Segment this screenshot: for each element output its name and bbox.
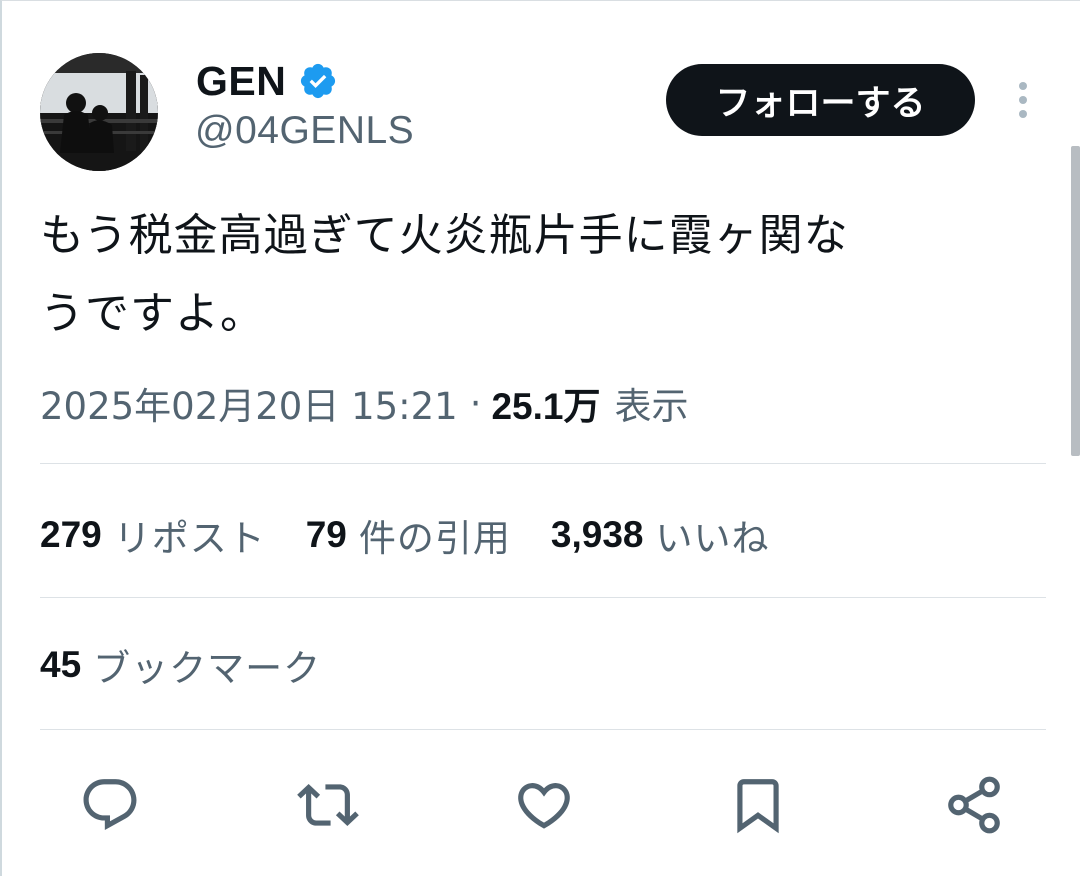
meta-separator: · [469,381,482,425]
quotes-label: 件の引用 [358,517,511,560]
repost-button[interactable] [290,767,366,843]
reply-icon [83,779,137,831]
follow-button[interactable]: フォローする [666,64,975,136]
divider [40,729,1046,730]
quotes-stat[interactable]: 79 件の引用 [306,508,511,562]
share-icon [948,776,1000,834]
reposts-label: リポスト [113,517,266,560]
quotes-count: 79 [305,514,347,555]
bookmarks-stat[interactable]: 45 ブックマーク [40,637,361,693]
reply-button[interactable] [72,767,148,843]
bookmark-button[interactable] [720,767,796,843]
verified-badge-icon [301,63,336,99]
views-count: 25.1万 [491,386,601,427]
like-button[interactable] [506,767,582,843]
bookmarks-label: ブックマーク [93,647,322,690]
bookmarks-stat-inner: 45 ブックマーク [40,638,321,692]
bookmark-icon [737,779,779,834]
tweet-text: もう税金高過ぎて火炎瓶片手に霞ヶ関な うですよ。 [40,197,1040,353]
repost-icon [297,784,359,826]
timestamp[interactable]: 2025年02月20日 15:21 [40,376,458,430]
user-handle[interactable]: @04GENLS [195,109,414,153]
divider [40,597,1046,598]
more-options-button[interactable] [1006,77,1040,123]
more-vertical-icon [1019,82,1027,118]
author-name-row[interactable]: GEN [196,55,338,107]
avatar[interactable] [40,53,158,171]
bookmarks-count: 45 [40,644,82,685]
divider [40,463,1046,464]
scrollbar[interactable] [1071,146,1080,456]
likes-stat[interactable]: 3,938 いいね [551,508,770,562]
views-label: 表示 [614,385,689,428]
share-button[interactable] [936,767,1012,843]
tweet-text-line: もう税金高過ぎて火炎瓶片手に霞ヶ関な [40,210,849,261]
tweet-detail-view: GEN @04GENLS フォローする もう税金高過ぎて火炎瓶片手に霞ヶ関な う… [0,0,1080,876]
avatar-image [40,53,158,171]
engagement-stats: 279 リポスト 79 件の引用 3,938 いいね [40,507,809,563]
likes-label: いいね [655,517,770,560]
action-bar [2,767,1080,843]
display-name[interactable]: GEN [196,58,286,105]
reposts-stat[interactable]: 279 リポスト [40,508,266,562]
tweet-meta: 2025年02月20日 15:21 · 25.1万 表示 [40,373,689,433]
likes-count: 3,938 [550,514,644,555]
tweet-text-line: うですよ。 [40,288,265,339]
heart-icon [518,783,570,829]
reposts-count: 279 [40,514,102,555]
